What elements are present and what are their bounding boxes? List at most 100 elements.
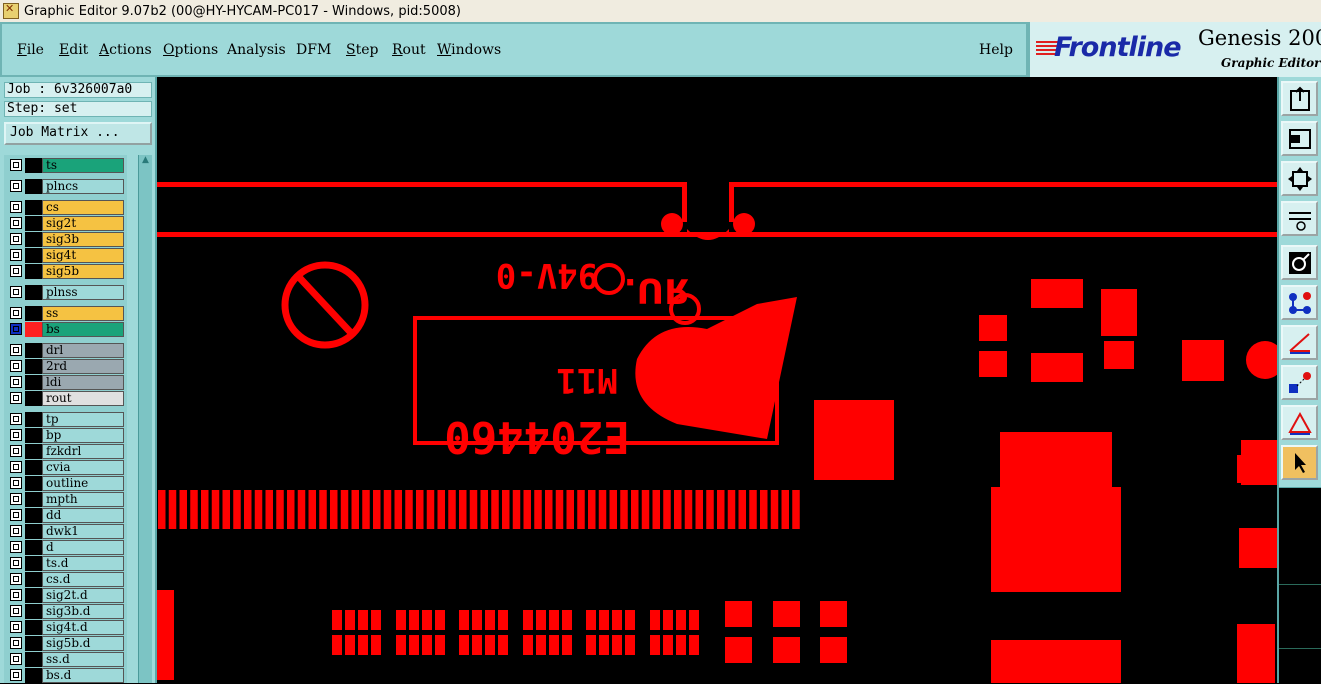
menu-actions[interactable]: Actions [99, 42, 152, 58]
layer-name[interactable]: cs [42, 200, 124, 215]
layer-row-plncs[interactable]: plncs [8, 179, 124, 194]
layer-color-swatch[interactable] [25, 264, 42, 279]
layer-name[interactable]: plncs [42, 179, 124, 194]
layer-checkbox[interactable] [10, 525, 22, 537]
layer-color-swatch[interactable] [25, 540, 42, 555]
layer-row-sig3b-d[interactable]: sig3b.d [8, 604, 124, 619]
layer-name[interactable]: sig2t [42, 216, 124, 231]
layer-checkbox[interactable] [10, 573, 22, 585]
layer-checkbox[interactable] [10, 180, 22, 192]
layer-name[interactable]: sig4t.d [42, 620, 124, 635]
connect-icon[interactable] [1281, 285, 1318, 320]
layer-checkbox[interactable] [10, 201, 22, 213]
layer-color-swatch[interactable] [25, 285, 42, 300]
layer-checkbox[interactable] [10, 392, 22, 404]
snap-icon[interactable] [1281, 245, 1318, 280]
layer-checkbox[interactable] [10, 360, 22, 372]
layer-checkbox[interactable] [10, 557, 22, 569]
menu-edit[interactable]: Edit [59, 42, 88, 58]
layer-checkbox[interactable] [10, 461, 22, 473]
layer-row-dd[interactable]: dd [8, 508, 124, 523]
clipboard-icon[interactable] [1281, 81, 1318, 116]
layer-name[interactable]: cs.d [42, 572, 124, 587]
menu-windows[interactable]: Windows [437, 42, 501, 58]
layer-color-swatch[interactable] [25, 200, 42, 215]
layer-name[interactable]: bs [42, 322, 124, 337]
layer-name[interactable]: 2rd [42, 359, 124, 374]
layer-row-sig4t-d[interactable]: sig4t.d [8, 620, 124, 635]
scroll-up-icon[interactable]: ▲ [140, 155, 151, 166]
layer-color-swatch[interactable] [25, 636, 42, 651]
layer-checkbox[interactable] [10, 605, 22, 617]
layer-name[interactable]: ts [42, 158, 124, 173]
triangle-icon[interactable] [1281, 405, 1318, 440]
layer-checkbox[interactable] [10, 637, 22, 649]
layer-name[interactable]: dwk1 [42, 524, 124, 539]
layer-name[interactable]: ldi [42, 375, 124, 390]
layer-name[interactable]: mpth [42, 492, 124, 507]
layer-row-sig5b-d[interactable]: sig5b.d [8, 636, 124, 651]
layer-checkbox[interactable] [10, 307, 22, 319]
layer-name[interactable]: bp [42, 428, 124, 443]
layer-name[interactable]: sig5b [42, 264, 124, 279]
layer-color-swatch[interactable] [25, 158, 42, 173]
layer-color-swatch[interactable] [25, 588, 42, 603]
layer-row-cvia[interactable]: cvia [8, 460, 124, 475]
menu-rout[interactable]: Rout [392, 42, 426, 58]
layer-checkbox[interactable] [10, 217, 22, 229]
layer-color-swatch[interactable] [25, 306, 42, 321]
layer-color-swatch[interactable] [25, 524, 42, 539]
layer-checkbox[interactable] [10, 589, 22, 601]
layer-name[interactable]: ss [42, 306, 124, 321]
layer-name[interactable]: bs.d [42, 668, 124, 683]
layer-row-ts-d[interactable]: ts.d [8, 556, 124, 571]
layer-row-tp[interactable]: tp [8, 412, 124, 427]
menu-options[interactable]: Options [163, 42, 218, 58]
layer-row-plnss[interactable]: plnss [8, 285, 124, 300]
layer-color-swatch[interactable] [25, 668, 42, 683]
layer-row-bp[interactable]: bp [8, 428, 124, 443]
layer-row-mpth[interactable]: mpth [8, 492, 124, 507]
menu-dfm[interactable]: DFM [296, 42, 331, 58]
layer-name[interactable]: ss.d [42, 652, 124, 667]
layer-row-sig5b[interactable]: sig5b [8, 264, 124, 279]
layer-name[interactable]: sig3b [42, 232, 124, 247]
layer-checkbox[interactable] [10, 621, 22, 633]
layer-row-fzkdrl[interactable]: fzkdrl [8, 444, 124, 459]
layer-row-sig4t[interactable]: sig4t [8, 248, 124, 263]
layer-color-swatch[interactable] [25, 572, 42, 587]
layer-row-bs[interactable]: bs [8, 322, 124, 337]
menu-help[interactable]: Help [979, 42, 1013, 58]
layer-row-ss-d[interactable]: ss.d [8, 652, 124, 667]
layer-checkbox[interactable] [10, 477, 22, 489]
layer-name[interactable]: tp [42, 412, 124, 427]
layer-checkbox[interactable] [10, 445, 22, 457]
layer-checkbox[interactable] [10, 286, 22, 298]
layer-color-swatch[interactable] [25, 556, 42, 571]
layer-color-swatch[interactable] [25, 412, 42, 427]
layer-name[interactable]: sig4t [42, 248, 124, 263]
layer-color-swatch[interactable] [25, 428, 42, 443]
job-matrix-button[interactable]: Job Matrix ... [4, 122, 152, 145]
layer-color-swatch[interactable] [25, 620, 42, 635]
layer-row-cs[interactable]: cs [8, 200, 124, 215]
menu-file[interactable]: File [17, 42, 44, 58]
layer-checkbox[interactable] [10, 509, 22, 521]
zoom-back-icon[interactable] [1281, 121, 1318, 156]
layer-checkbox[interactable] [10, 376, 22, 388]
layer-row-bs-d[interactable]: bs.d [8, 668, 124, 683]
layer-checkbox[interactable] [10, 344, 22, 356]
layer-checkbox[interactable] [10, 323, 22, 335]
layer-checkbox[interactable] [10, 669, 22, 681]
layer-color-swatch[interactable] [25, 359, 42, 374]
layer-checkbox[interactable] [10, 541, 22, 553]
layer-row-cs-d[interactable]: cs.d [8, 572, 124, 587]
layer-name[interactable]: ts.d [42, 556, 124, 571]
layer-color-swatch[interactable] [25, 216, 42, 231]
layer-row-sig2t[interactable]: sig2t [8, 216, 124, 231]
zoom-fit-icon[interactable] [1281, 161, 1318, 196]
layer-name[interactable]: d [42, 540, 124, 555]
select-points-icon[interactable] [1281, 365, 1318, 400]
layer-checkbox[interactable] [10, 265, 22, 277]
menu-step[interactable]: Step [346, 42, 378, 58]
